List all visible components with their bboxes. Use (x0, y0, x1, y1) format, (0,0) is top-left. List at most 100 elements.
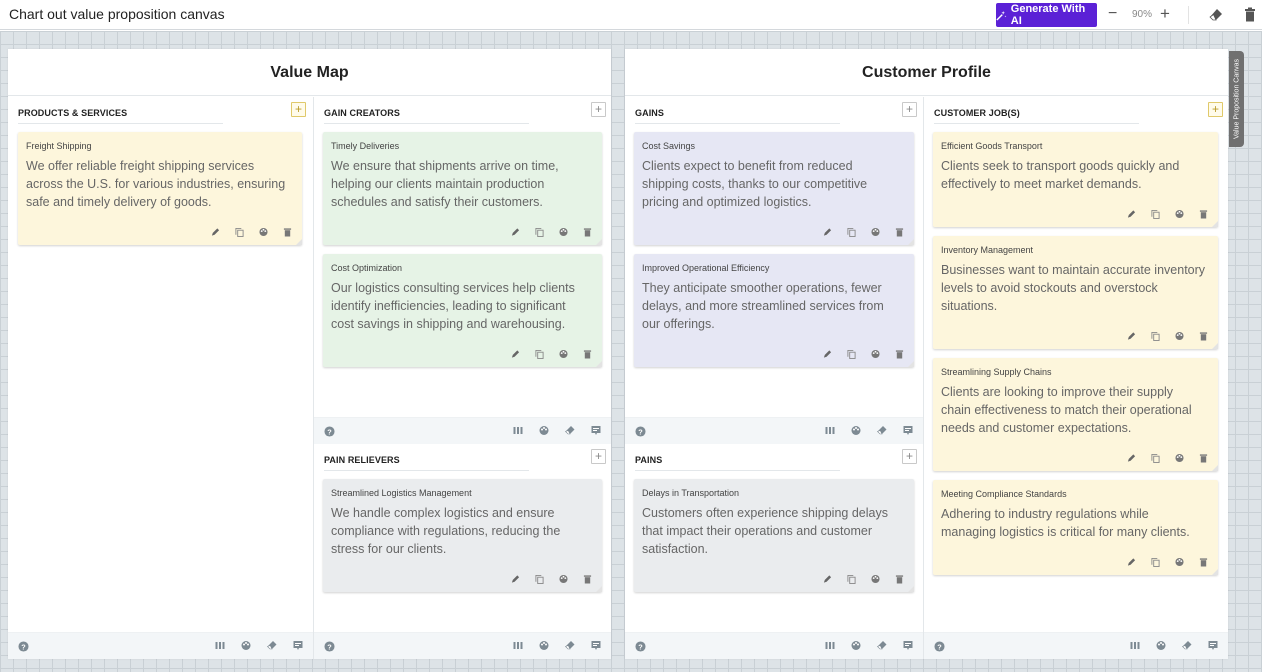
pencil-icon[interactable] (823, 349, 832, 359)
eraser-icon[interactable] (877, 640, 887, 651)
help-icon[interactable]: ? (18, 641, 29, 652)
top-bar: Chart out value proposition canvas Gener… (0, 0, 1262, 30)
card[interactable]: Streamlining Supply Chains Clients are l… (933, 358, 1218, 471)
trash-icon[interactable] (895, 227, 904, 237)
palette-icon[interactable] (1175, 331, 1184, 341)
copy-icon[interactable] (1151, 331, 1160, 341)
palette-icon[interactable] (559, 349, 568, 359)
palette-icon[interactable] (1175, 557, 1184, 567)
pencil-icon[interactable] (1127, 209, 1136, 219)
copy-icon[interactable] (847, 227, 856, 237)
copy-icon[interactable] (1151, 453, 1160, 463)
card[interactable]: Cost Savings Clients expect to benefit f… (634, 132, 914, 245)
columns-icon[interactable] (215, 640, 225, 651)
comment-icon[interactable] (591, 425, 601, 436)
pencil-icon[interactable] (823, 574, 832, 584)
palette-icon[interactable] (871, 349, 880, 359)
palette-icon[interactable] (241, 640, 251, 651)
pencil-icon[interactable] (1127, 331, 1136, 341)
trash-icon[interactable] (583, 227, 592, 237)
columns-icon[interactable] (513, 640, 523, 651)
copy-icon[interactable] (535, 227, 544, 237)
copy-icon[interactable] (1151, 209, 1160, 219)
palette-icon[interactable] (559, 227, 568, 237)
pencil-icon[interactable] (511, 227, 520, 237)
palette-icon[interactable] (851, 425, 861, 436)
add-card-button[interactable]: + (591, 102, 606, 117)
comment-icon[interactable] (591, 640, 601, 651)
pencil-icon[interactable] (511, 349, 520, 359)
help-icon[interactable]: ? (635, 426, 646, 437)
palette-icon[interactable] (259, 227, 268, 237)
columns-icon[interactable] (825, 425, 835, 436)
generate-with-ai-button[interactable]: Generate With AI (996, 3, 1097, 27)
card[interactable]: Delays in Transportation Customers often… (634, 479, 914, 592)
palette-icon[interactable] (1156, 640, 1166, 651)
trash-icon[interactable] (283, 227, 292, 237)
trash-icon[interactable] (895, 574, 904, 584)
palette-icon[interactable] (1175, 209, 1184, 219)
palette-icon[interactable] (539, 640, 549, 651)
card[interactable]: Cost Optimization Our logistics consulti… (323, 254, 602, 367)
copy-icon[interactable] (1151, 557, 1160, 567)
comment-icon[interactable] (903, 425, 913, 436)
copy-icon[interactable] (847, 349, 856, 359)
pencil-icon[interactable] (211, 227, 220, 237)
copy-icon[interactable] (235, 227, 244, 237)
copy-icon[interactable] (535, 574, 544, 584)
help-icon[interactable]: ? (635, 641, 646, 652)
help-icon[interactable]: ? (324, 426, 335, 437)
trash-icon[interactable] (1199, 453, 1208, 463)
comment-icon[interactable] (903, 640, 913, 651)
section-footer: ? (314, 632, 611, 659)
card[interactable]: Efficient Goods Transport Clients seek t… (933, 132, 1218, 227)
palette-icon[interactable] (871, 574, 880, 584)
eraser-icon[interactable] (565, 640, 575, 651)
trash-icon[interactable] (1199, 209, 1208, 219)
add-card-button[interactable]: + (902, 102, 917, 117)
card[interactable]: Streamlined Logistics Management We hand… (323, 479, 602, 592)
card[interactable]: Freight Shipping We offer reliable freig… (18, 132, 302, 245)
card[interactable]: Timely Deliveries We ensure that shipmen… (323, 132, 602, 245)
comment-icon[interactable] (1208, 640, 1218, 651)
eraser-icon[interactable] (1209, 8, 1223, 22)
card[interactable]: Inventory Management Businesses want to … (933, 236, 1218, 349)
zoom-in-button[interactable]: + (1160, 5, 1170, 22)
columns-icon[interactable] (1130, 640, 1140, 651)
copy-icon[interactable] (535, 349, 544, 359)
value-proposition-canvas-tab[interactable]: Value Proposition Canvas (1229, 51, 1244, 147)
add-card-button[interactable]: + (1208, 102, 1223, 117)
section-underline (635, 470, 840, 471)
palette-icon[interactable] (851, 640, 861, 651)
eraser-icon[interactable] (1182, 640, 1192, 651)
pencil-icon[interactable] (1127, 557, 1136, 567)
help-icon[interactable]: ? (324, 641, 335, 652)
pencil-icon[interactable] (511, 574, 520, 584)
card[interactable]: Improved Operational Efficiency They ant… (634, 254, 914, 367)
palette-icon[interactable] (559, 574, 568, 584)
trash-icon[interactable] (1244, 7, 1256, 22)
add-card-button[interactable]: + (291, 102, 306, 117)
palette-icon[interactable] (539, 425, 549, 436)
columns-icon[interactable] (825, 640, 835, 651)
card[interactable]: Meeting Compliance Standards Adhering to… (933, 480, 1218, 575)
trash-icon[interactable] (583, 349, 592, 359)
palette-icon[interactable] (871, 227, 880, 237)
trash-icon[interactable] (583, 574, 592, 584)
add-card-button[interactable]: + (591, 449, 606, 464)
comment-icon[interactable] (293, 640, 303, 651)
trash-icon[interactable] (1199, 557, 1208, 567)
columns-icon[interactable] (513, 425, 523, 436)
pencil-icon[interactable] (823, 227, 832, 237)
palette-icon[interactable] (1175, 453, 1184, 463)
eraser-icon[interactable] (267, 640, 277, 651)
help-icon[interactable]: ? (934, 641, 945, 652)
trash-icon[interactable] (1199, 331, 1208, 341)
eraser-icon[interactable] (877, 425, 887, 436)
trash-icon[interactable] (895, 349, 904, 359)
copy-icon[interactable] (847, 574, 856, 584)
zoom-out-button[interactable]: − (1108, 6, 1117, 22)
eraser-icon[interactable] (565, 425, 575, 436)
add-card-button[interactable]: + (902, 449, 917, 464)
pencil-icon[interactable] (1127, 453, 1136, 463)
